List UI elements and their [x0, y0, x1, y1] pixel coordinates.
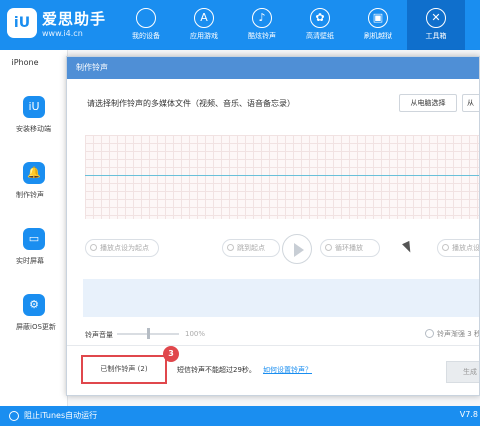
nav-apps-games[interactable]: A 应用游戏: [175, 0, 233, 50]
status-bar: 阻止iTunes自动运行 V7.8: [0, 406, 480, 426]
device-tab[interactable]: iPhone: [0, 56, 50, 70]
sidebar-item-label: 安装移动端: [16, 125, 51, 133]
nav-label: 工具箱: [425, 32, 447, 40]
box-icon: ▣: [368, 8, 388, 28]
top-bar: iU 爱思助手 www.i4.cn 我的设备 A 应用游戏 ♪ 酷炫铃声 ✿ 高…: [0, 0, 480, 50]
brand-url: www.i4.cn: [42, 29, 83, 38]
ringtone-preview-zone: [83, 279, 479, 317]
select-from-device-button[interactable]: 从: [462, 94, 479, 112]
apple-icon: [136, 8, 156, 28]
monitor-icon: ▭: [23, 228, 45, 250]
sidebar: iPhone iU 安装移动端 🔔 制作铃声 ▭ 实时屏幕 ⚙ 屏蔽iOS更新: [0, 50, 68, 406]
loop-play-button[interactable]: 循环播放: [320, 239, 380, 257]
app-store-icon: A: [194, 8, 214, 28]
mouse-cursor-icon: [402, 240, 414, 255]
fade-in-label: 铃声渐强 3 秒: [437, 330, 480, 338]
nav-flash-jailbreak[interactable]: ▣ 刷机越狱: [349, 0, 407, 50]
volume-slider-handle[interactable]: [147, 328, 150, 339]
sms-limit-note: 短信铃声不能超过29秒。: [177, 366, 256, 374]
nav-label: 刷机越狱: [364, 32, 392, 40]
nav-label: 酷炫铃声: [248, 32, 276, 40]
set-end-label: 播放点设: [452, 244, 480, 252]
sidebar-item-install-mobile[interactable]: iU 安装移动端: [0, 96, 68, 156]
bell-icon: ♪: [252, 8, 272, 28]
nav-label: 教程: [465, 31, 480, 41]
volume-value: 100%: [185, 330, 206, 338]
loop-play-label: 循环播放: [335, 244, 363, 252]
nav-my-device[interactable]: 我的设备: [117, 0, 175, 50]
set-start-button[interactable]: 播放点设为起点: [85, 239, 159, 257]
set-end-icon: [442, 244, 449, 251]
nav-wallpapers[interactable]: ✿ 高清壁纸: [291, 0, 349, 50]
brand-name: 爱思助手: [42, 10, 107, 28]
flower-icon: ✿: [310, 8, 330, 28]
dialog-title: 制作铃声: [67, 57, 479, 79]
jump-to-start-label: 跳到起点: [237, 244, 265, 252]
sidebar-item-live-screen[interactable]: ▭ 实时屏幕: [0, 228, 68, 288]
make-ringtone-dialog: 制作铃声 请选择制作铃声的多媒体文件（视频、音乐、语音备忘录） 从电脑选择 从 …: [66, 56, 480, 396]
nav-label: 应用游戏: [190, 32, 218, 40]
nav-label: 高清壁纸: [306, 32, 334, 40]
nav-label: 我的设备: [132, 32, 160, 40]
file-select-prompt: 请选择制作铃声的多媒体文件（视频、音乐、语音备忘录）: [87, 99, 295, 108]
jump-to-start-button[interactable]: 跳到起点: [222, 239, 280, 257]
set-start-label: 播放点设为起点: [100, 244, 149, 252]
waveform-line: [85, 175, 479, 176]
set-start-icon: [90, 244, 97, 251]
sidebar-item-make-ringtone[interactable]: 🔔 制作铃声: [0, 162, 68, 222]
sidebar-item-label: 屏蔽iOS更新: [16, 323, 56, 331]
generate-ringtone-button[interactable]: 生成: [446, 361, 479, 383]
nav-ringtones[interactable]: ♪ 酷炫铃声: [233, 0, 291, 50]
tools-icon: ✕: [426, 8, 446, 28]
bell-icon: 🔔: [23, 162, 45, 184]
loop-icon: [325, 244, 332, 251]
waveform-area[interactable]: [85, 135, 479, 219]
rewind-icon: [227, 244, 234, 251]
app-logo: iU: [7, 8, 37, 38]
nav-tutorials[interactable]: ◔ 教程: [465, 0, 480, 50]
how-to-set-ringtone-link[interactable]: 如何设置铃声？: [263, 365, 312, 375]
stop-icon[interactable]: [9, 411, 19, 421]
sidebar-item-label: 制作铃声: [16, 191, 44, 199]
nav-toolbox[interactable]: ✕ 工具箱: [407, 0, 465, 50]
made-ringtones-button[interactable]: 已制作铃声 (2): [81, 355, 167, 384]
gear-icon: ⚙: [23, 294, 45, 316]
sidebar-item-label: 实时屏幕: [16, 257, 44, 265]
step-callout-badge: 3: [163, 346, 179, 362]
app-window: iU 爱思助手 www.i4.cn 我的设备 A 应用游戏 ♪ 酷炫铃声 ✿ 高…: [0, 0, 480, 426]
main-nav: 我的设备 A 应用游戏 ♪ 酷炫铃声 ✿ 高清壁纸 ▣ 刷机越狱 ✕ 工具箱: [117, 0, 480, 50]
sidebar-item-block-ios-update[interactable]: ⚙ 屏蔽iOS更新: [0, 294, 68, 354]
mobile-install-icon: iU: [23, 96, 45, 118]
fade-in-checkbox[interactable]: [425, 329, 434, 338]
set-end-button[interactable]: 播放点设: [437, 239, 480, 257]
footer-divider: [67, 345, 479, 346]
play-button[interactable]: [282, 234, 312, 264]
block-itunes-autorun-toggle[interactable]: 阻止iTunes自动运行: [24, 410, 97, 421]
select-from-computer-button[interactable]: 从电脑选择: [399, 94, 457, 112]
app-version: V7.8: [459, 410, 478, 419]
volume-label: 铃声音量: [85, 331, 113, 339]
